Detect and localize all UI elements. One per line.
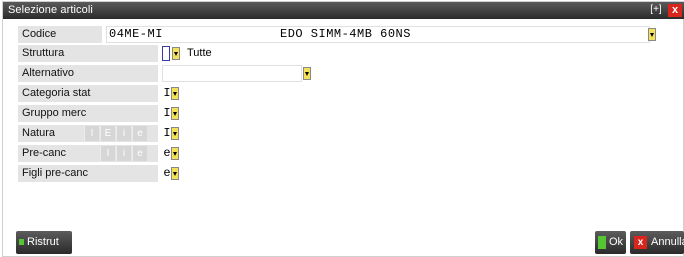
figli-pre-canc-row: Figli pre-canc e [18,165,188,182]
alternativo-dropdown-icon[interactable] [303,67,311,80]
natura-option-e[interactable]: e [132,126,147,141]
annulla-label: Annulla [651,236,684,248]
codice-dropdown-icon[interactable] [648,28,656,41]
codice-field[interactable]: 04ME-MI EDO SIMM-4MB 60NS [106,26,650,43]
codice-label: Codice [18,26,102,43]
title-bar: Selezione articoli [+] x [3,2,684,19]
annulla-button[interactable]: x Annulla [630,231,684,254]
ristrut-button[interactable]: Ristrut [16,231,72,254]
natura-dropdown-icon[interactable] [171,127,179,140]
struttura-label: Struttura [18,45,158,62]
struttura-row: Struttura Tutte [18,45,318,62]
ok-icon [598,236,606,249]
selezione-articoli-window: Selezione articoli [+] x Codice 04ME-MI … [2,1,684,257]
natura-row: Natura I E i e I [18,125,188,142]
codice-description-value: EDO SIMM-4MB 60NS [280,27,411,41]
codice-code-value: 04ME-MI [109,27,163,41]
ristrut-label: Ristrut [27,236,59,248]
categoria-stat-label: Categoria stat [18,85,158,102]
pre-canc-row: Pre-canc I i e e [18,145,188,162]
codice-row: Codice 04ME-MI EDO SIMM-4MB 60NS [18,26,681,43]
natura-option-E[interactable]: E [100,126,115,141]
natura-option-i[interactable]: i [116,126,131,141]
close-icon[interactable]: x [668,4,682,17]
categoria-stat-row: Categoria stat I [18,85,188,102]
window-title: Selezione articoli [8,4,93,16]
alternativo-label: Alternativo [18,65,158,82]
struttura-dropdown-icon[interactable] [172,47,180,60]
pre-canc-option-e[interactable]: e [132,146,147,161]
gruppo-merc-row: Gruppo merc I [18,105,188,122]
figli-pre-canc-label: Figli pre-canc [18,165,158,182]
pre-canc-dropdown-icon[interactable] [171,147,179,160]
alternativo-row: Alternativo [18,65,318,82]
natura-option-I[interactable]: I [84,126,99,141]
struttura-value: Tutte [187,47,212,59]
pre-canc-option-I[interactable]: I [100,146,115,161]
struttura-input[interactable] [162,46,170,61]
maximize-icon[interactable]: [+] [649,4,663,16]
ok-button[interactable]: Ok [595,231,626,254]
gruppo-merc-label: Gruppo merc [18,105,158,122]
gruppo-merc-dropdown-icon[interactable] [171,107,179,120]
ok-label: Ok [609,236,624,248]
alternativo-field[interactable] [162,65,302,82]
categoria-stat-dropdown-icon[interactable] [171,87,179,100]
pre-canc-option-i[interactable]: i [116,146,131,161]
figli-pre-canc-dropdown-icon[interactable] [171,167,179,180]
ristrut-icon [19,239,24,245]
cancel-icon: x [634,236,647,249]
